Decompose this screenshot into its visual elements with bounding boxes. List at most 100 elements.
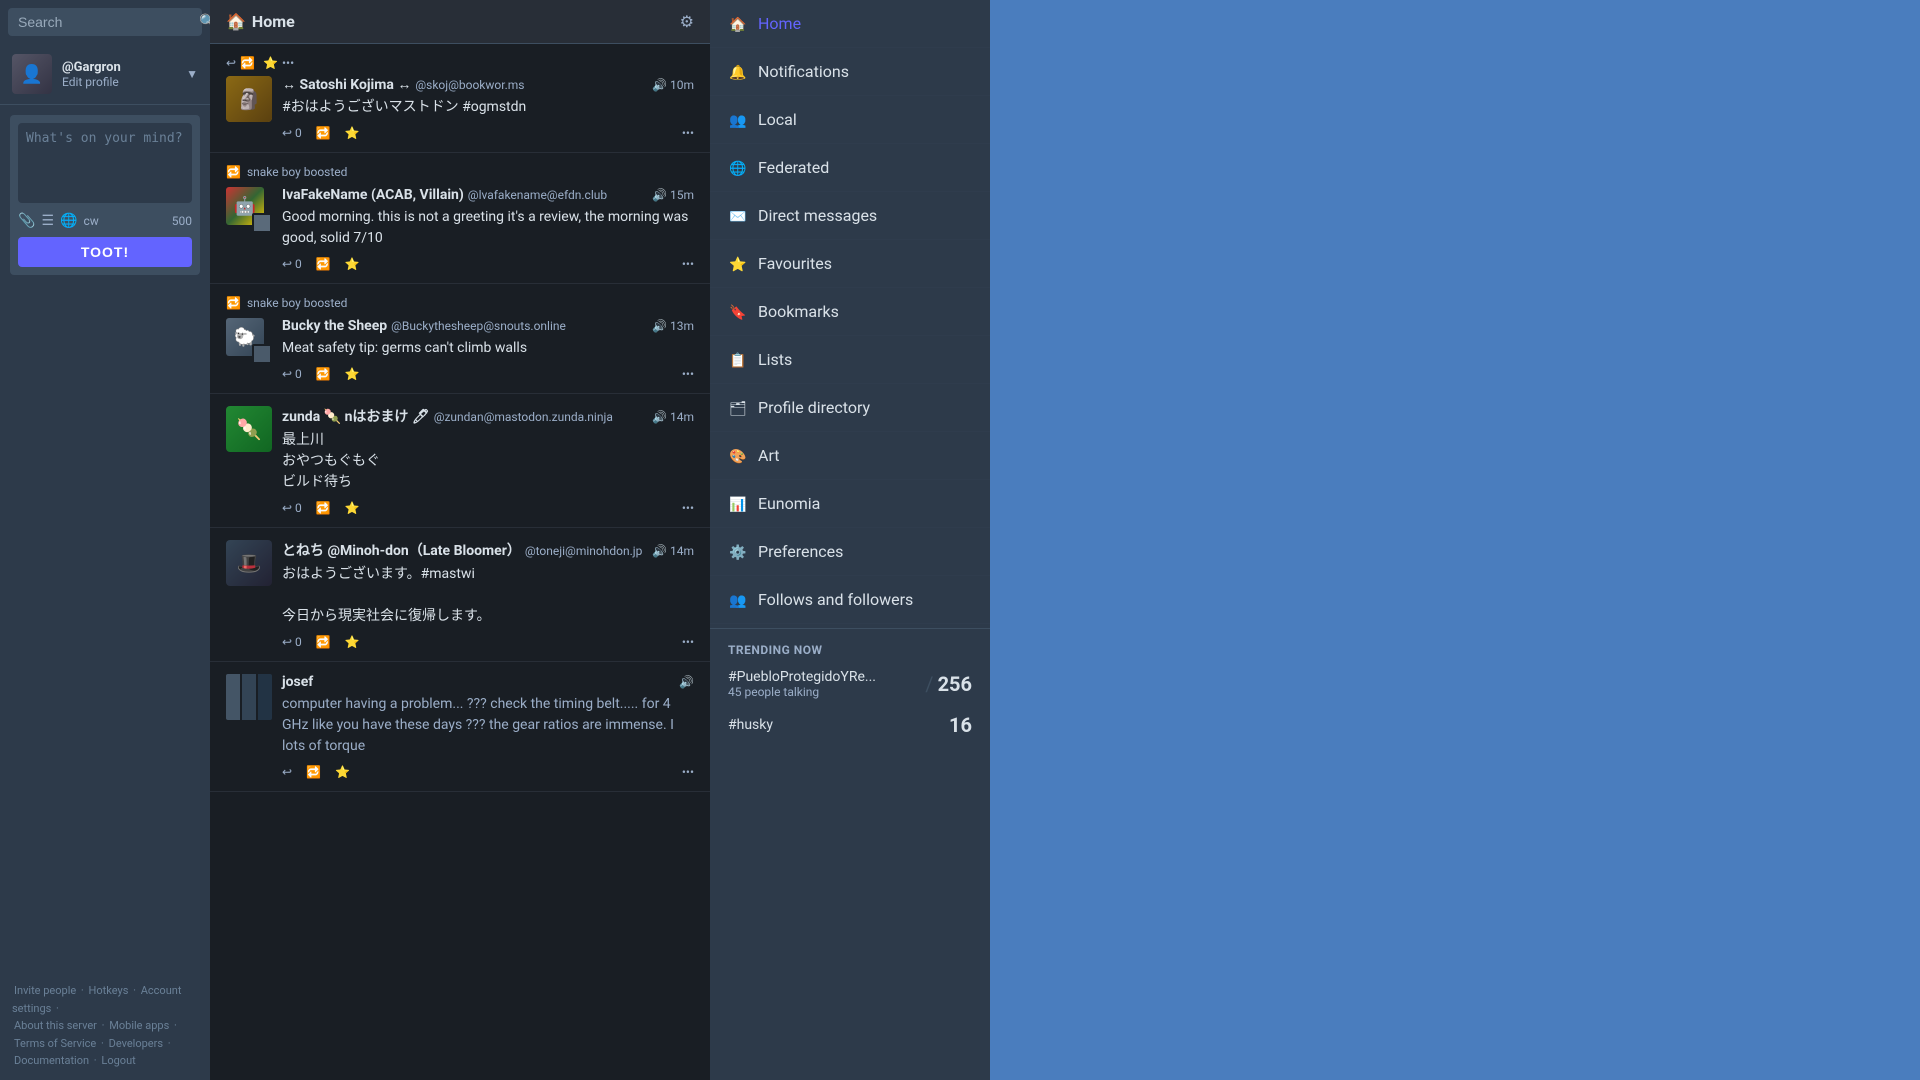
boost-action[interactable]: 🔁: [316, 257, 331, 271]
fav-action[interactable]: ⭐: [345, 501, 360, 515]
footer-hotkeys[interactable]: Hotkeys: [89, 984, 129, 997]
main-feed: 🏠 Home ⚙ ↩ 🔁 ⭐ ••• 🗿 ↔ Satoshi Kojima ↔: [210, 0, 710, 1080]
boost-icon[interactable]: 🔁: [240, 56, 255, 70]
trending-left: #PuebloProtegidoYRe... 45 people talking: [728, 669, 921, 699]
post-header: 🐑 Bucky the Sheep @Buckythesheep@snouts.…: [226, 318, 694, 381]
more-icon[interactable]: •••: [282, 56, 294, 70]
compose-textarea[interactable]: [18, 123, 192, 203]
more-action[interactable]: •••: [682, 126, 694, 140]
av-part3: [258, 674, 272, 720]
more-action[interactable]: •••: [682, 257, 694, 271]
post-avatar: 🤖: [226, 187, 272, 233]
post-header: 🍡 zunda 🍡 nはおまけ 🖊 @zundan@mastodon.zunda…: [226, 406, 694, 515]
nav-bookmarks[interactable]: Bookmarks: [710, 288, 990, 336]
post-body: Meat safety tip: germs can't climb walls: [282, 338, 694, 359]
reply-icon[interactable]: ↩: [226, 56, 236, 70]
nav-eunomia[interactable]: Eunomia: [710, 480, 990, 528]
reply-action[interactable]: ↩: [282, 765, 292, 779]
left-sidebar: 🔍 👤 @Gargron Edit profile ▼ 📎 ☰ 🌐 cw 500…: [0, 0, 210, 1080]
more-action[interactable]: •••: [682, 765, 694, 779]
nav-follows-label: Follows and followers: [758, 590, 913, 609]
trending-slash: /: [925, 672, 933, 696]
footer-invite[interactable]: Invite people: [14, 984, 76, 997]
nav-lists[interactable]: Lists: [710, 336, 990, 384]
background-space: [990, 0, 1920, 1080]
more-action[interactable]: •••: [682, 367, 694, 381]
footer-mobile[interactable]: Mobile apps: [109, 1019, 169, 1032]
nav-dir-label: Profile directory: [758, 398, 870, 417]
boosted-by: snake boy boosted: [247, 296, 347, 310]
trending-item-0[interactable]: #PuebloProtegidoYRe... 45 people talking…: [728, 669, 972, 699]
footer-terms[interactable]: Terms of Service: [14, 1037, 96, 1050]
post-time: 🔊 14m: [652, 410, 694, 424]
trending-item-1[interactable]: #husky 16: [728, 713, 972, 737]
nav-home[interactable]: Home: [710, 0, 990, 48]
fav-icon[interactable]: ⭐: [263, 56, 278, 70]
nav-art[interactable]: Art: [710, 432, 990, 480]
reply-action[interactable]: ↩ 0: [282, 635, 302, 649]
post-handle: @Buckythesheep@snouts.online: [391, 319, 566, 333]
post-actions: ↩ 0 🔁 ⭐ •••: [282, 126, 694, 140]
post-meta: zunda 🍡 nはおまけ 🖊 @zundan@mastodon.zunda.n…: [282, 406, 694, 426]
search-bar[interactable]: 🔍: [8, 8, 202, 36]
reply-action[interactable]: ↩ 0: [282, 501, 302, 515]
avatar-image: 🗿: [226, 76, 272, 122]
post-author: Bucky the Sheep: [282, 318, 387, 334]
boost-action[interactable]: 🔁: [316, 367, 331, 381]
footer-docs[interactable]: Documentation: [14, 1054, 89, 1067]
nav-preferences[interactable]: Preferences: [710, 528, 990, 576]
nav-art-label: Art: [758, 446, 779, 465]
nav-profile-directory[interactable]: Profile directory: [710, 384, 990, 432]
feed-scroll[interactable]: ↩ 🔁 ⭐ ••• 🗿 ↔ Satoshi Kojima ↔ @skoj@boo…: [210, 44, 710, 1080]
boost-action[interactable]: 🔁: [316, 126, 331, 140]
post-header: 🗿 ↔ Satoshi Kojima ↔ @skoj@bookwor.ms 🔊 …: [226, 76, 694, 140]
post-handle: @toneji@minohdon.jp: [525, 544, 643, 558]
more-action[interactable]: •••: [682, 501, 694, 515]
nav-federated[interactable]: Federated: [710, 144, 990, 192]
trending-count: 256: [938, 672, 972, 696]
reply-action[interactable]: ↩ 0: [282, 126, 302, 140]
profile-section[interactable]: 👤 @Gargron Edit profile ▼: [0, 44, 210, 105]
char-count: 500: [172, 214, 192, 228]
nav-direct-messages[interactable]: Direct messages: [710, 192, 990, 240]
boost-action[interactable]: 🔁: [316, 635, 331, 649]
boost-action[interactable]: 🔁: [306, 765, 321, 779]
attach-icon[interactable]: 📎: [18, 213, 35, 229]
footer-about[interactable]: About this server: [14, 1019, 97, 1032]
more-action[interactable]: •••: [682, 635, 694, 649]
boost-action[interactable]: 🔁: [316, 501, 331, 515]
boosted-by: snake boy boosted: [247, 165, 347, 179]
post-body: おはようございます。#mastwi今日から現実社会に復帰します。: [282, 564, 694, 627]
fav-action[interactable]: ⭐: [345, 367, 360, 381]
post-avatar: 🗿: [226, 76, 272, 122]
post-time: 🔊 13m: [652, 319, 694, 333]
reply-action[interactable]: ↩ 0: [282, 257, 302, 271]
compose-area: 📎 ☰ 🌐 cw 500 TOOT!: [10, 115, 200, 275]
fav-action[interactable]: ⭐: [345, 126, 360, 140]
fav-action[interactable]: ⭐: [345, 257, 360, 271]
nav-local[interactable]: Local: [710, 96, 990, 144]
nav-local-label: Local: [758, 110, 797, 129]
nav-notifications[interactable]: Notifications: [710, 48, 990, 96]
footer-developers[interactable]: Developers: [109, 1037, 163, 1050]
globe-icon[interactable]: 🌐: [60, 213, 77, 229]
post-time: 🔊 10m: [652, 78, 694, 92]
boost-line: 🔁 snake boy boosted: [226, 165, 694, 179]
footer-logout[interactable]: Logout: [101, 1054, 135, 1067]
feed-settings-icon[interactable]: ⚙: [680, 12, 694, 31]
post-content: zunda 🍡 nはおまけ 🖊 @zundan@mastodon.zunda.n…: [282, 406, 694, 515]
post-meta: とねち @Minoh-don（Late Bloomer） @toneji@min…: [282, 540, 694, 560]
list-icon[interactable]: ☰: [41, 213, 54, 229]
toot-button[interactable]: TOOT!: [18, 237, 192, 267]
fav-action[interactable]: ⭐: [345, 635, 360, 649]
post-time: 🔊 15m: [652, 188, 694, 202]
home-icon: [728, 14, 748, 33]
cw-button[interactable]: cw: [83, 214, 98, 228]
fav-action[interactable]: ⭐: [335, 765, 350, 779]
nav-favourites[interactable]: Favourites: [710, 240, 990, 288]
post-time: 🔊: [679, 675, 694, 689]
nav-follows-followers[interactable]: Follows and followers: [710, 576, 990, 624]
post-actions: ↩ 0 🔁 ⭐ •••: [282, 367, 694, 381]
search-input[interactable]: [18, 14, 199, 30]
reply-action[interactable]: ↩ 0: [282, 367, 302, 381]
